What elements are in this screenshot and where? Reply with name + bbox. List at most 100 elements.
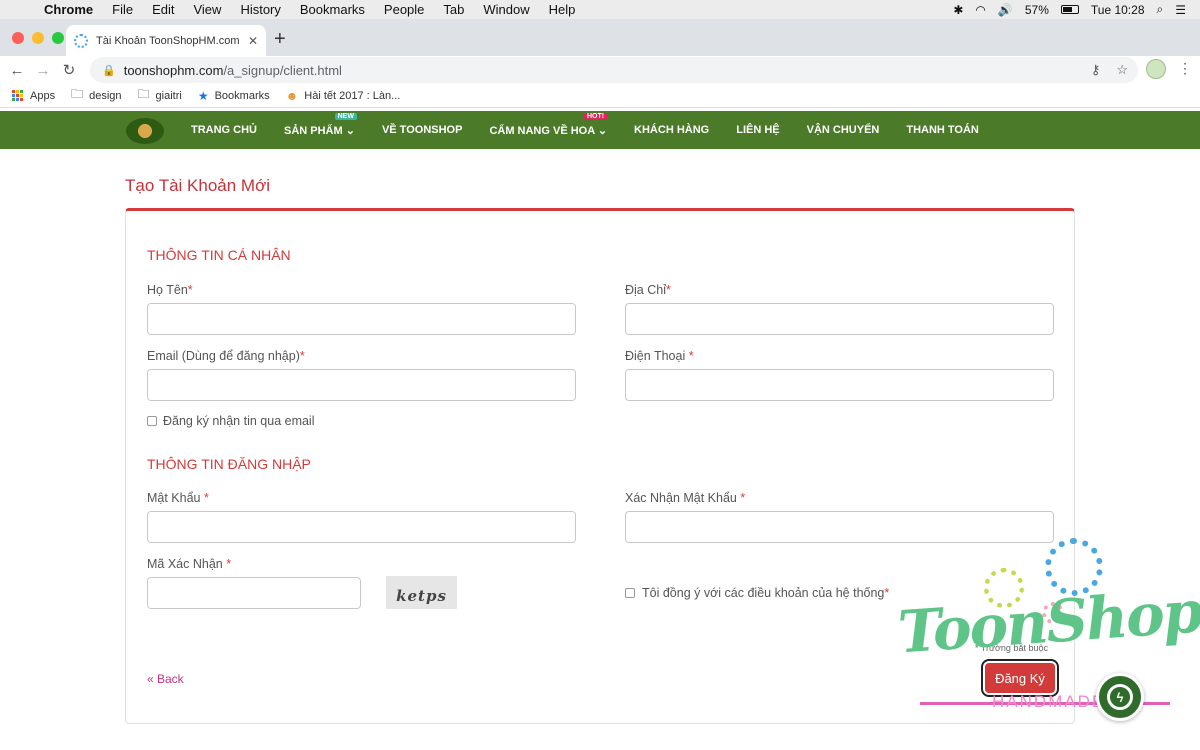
captcha-label: Mã Xác Nhận * bbox=[147, 557, 231, 571]
active-tab[interactable]: Tài Khoản ToonShopHM.com ✕ bbox=[66, 25, 266, 56]
email-input[interactable] bbox=[147, 369, 576, 401]
close-tab-icon[interactable]: ✕ bbox=[248, 34, 258, 48]
captcha-image[interactable]: ketps bbox=[386, 576, 457, 609]
phone-input[interactable] bbox=[625, 369, 1054, 401]
nav-van-chuyen[interactable]: VẬN CHUYỂN bbox=[807, 124, 880, 136]
favicon-icon bbox=[74, 33, 88, 48]
confirm-password-label-text: Xác Nhận Mật Khẩu bbox=[625, 491, 741, 505]
captcha-label-text: Mã Xác Nhận bbox=[147, 557, 227, 571]
tab-title: Tài Khoản ToonShopHM.com bbox=[96, 34, 240, 47]
captcha-input[interactable] bbox=[147, 577, 361, 609]
nav-lien-he[interactable]: LIÊN HỆ bbox=[736, 124, 779, 136]
forward-arrow-icon[interactable]: → bbox=[30, 62, 56, 79]
zoom-window-button[interactable] bbox=[52, 32, 64, 44]
password-input[interactable] bbox=[147, 511, 576, 543]
confirm-password-input[interactable] bbox=[625, 511, 1054, 543]
menu-people[interactable]: People bbox=[384, 2, 424, 17]
terms-label[interactable]: Tôi đồng ý với các điều khoản của hệ thố… bbox=[642, 586, 889, 600]
url-path: /a_signup/client.html bbox=[223, 62, 342, 78]
address-label-text: Địa Chỉ bbox=[625, 283, 666, 297]
confirm-password-label: Xác Nhận Mật Khẩu * bbox=[625, 491, 745, 505]
app-menu: Chrome File Edit View History Bookmarks … bbox=[44, 2, 594, 17]
menu-window[interactable]: Window bbox=[483, 2, 529, 17]
menu-app-name[interactable]: Chrome bbox=[44, 2, 93, 17]
bluetooth-icon[interactable]: ✱ bbox=[953, 3, 963, 17]
full-name-label-text: Họ Tên bbox=[147, 283, 188, 297]
required-mark: * bbox=[740, 491, 746, 505]
nav-khach-hang[interactable]: KHÁCH HÀNG bbox=[634, 124, 709, 136]
menu-history[interactable]: History bbox=[240, 2, 280, 17]
bookmark-label: Hài tết 2017 : Làn... bbox=[304, 89, 401, 102]
menu-edit[interactable]: Edit bbox=[152, 2, 174, 17]
new-tab-button[interactable]: + bbox=[274, 28, 286, 51]
full-name-input[interactable] bbox=[147, 303, 576, 335]
nav-ve-toonshop[interactable]: VỀ TOONSHOP bbox=[382, 124, 462, 136]
newsletter-label[interactable]: Đăng ký nhận tin qua email bbox=[163, 414, 314, 428]
back-arrow-icon[interactable]: ← bbox=[4, 62, 30, 79]
close-window-button[interactable] bbox=[12, 32, 24, 44]
tab-strip: Tài Khoản ToonShopHM.com ✕ + bbox=[0, 19, 1200, 56]
bookmark-label: design bbox=[89, 89, 122, 102]
star-icon: ★ bbox=[197, 88, 209, 103]
apps-grid-icon bbox=[12, 89, 24, 102]
lock-icon[interactable]: 🔒 bbox=[102, 64, 116, 77]
nav-san-pham[interactable]: SẢN PHẨM ⌄ NEW bbox=[284, 112, 357, 137]
reload-icon[interactable]: ↻ bbox=[56, 61, 82, 79]
required-mark: * bbox=[226, 557, 232, 571]
menu-tab[interactable]: Tab bbox=[443, 2, 464, 17]
back-link[interactable]: « Back bbox=[147, 672, 184, 686]
required-mark: * bbox=[884, 586, 890, 600]
bookmark-hai-tet[interactable]: ☻ Hài tết 2017 : Làn... bbox=[286, 89, 401, 103]
bookmark-label: Apps bbox=[30, 89, 56, 102]
chevron-down-icon: ⌄ bbox=[597, 124, 608, 137]
minimize-window-button[interactable] bbox=[32, 32, 44, 44]
menu-help[interactable]: Help bbox=[549, 2, 576, 17]
bookmark-label: giaitri bbox=[155, 89, 182, 102]
folder-icon: 🗀 bbox=[71, 87, 84, 101]
volume-icon[interactable]: 🔊 bbox=[998, 3, 1013, 17]
newsletter-checkbox[interactable] bbox=[147, 416, 157, 426]
nav-trang-chu[interactable]: TRANG CHỦ bbox=[191, 124, 257, 136]
menu-file[interactable]: File bbox=[112, 2, 133, 17]
terms-checkbox[interactable] bbox=[625, 588, 635, 598]
toonshop-logo[interactable] bbox=[126, 118, 164, 144]
full-name-label: Họ Tên* bbox=[147, 283, 193, 297]
register-button[interactable]: Đăng Ký bbox=[981, 659, 1059, 697]
profile-avatar[interactable] bbox=[1146, 59, 1166, 79]
required-fields-note: * Trường bắt buộc bbox=[975, 643, 1048, 653]
clock[interactable]: Tue 10:28 bbox=[1091, 3, 1145, 17]
menu-view[interactable]: View bbox=[193, 2, 221, 17]
terms-label-text: Tôi đồng ý với các điều khoản của hệ thố… bbox=[642, 586, 885, 600]
nav-thanh-toan[interactable]: THANH TOÁN bbox=[906, 124, 979, 136]
status-area: ✱ ◠ 🔊 57% Tue 10:28 ⌕ ☰ bbox=[953, 0, 1186, 19]
address-input[interactable] bbox=[625, 303, 1054, 335]
hot-badge: HOT! bbox=[583, 112, 608, 120]
search-icon[interactable]: ⌕ bbox=[1157, 2, 1164, 17]
chrome-menu-icon[interactable]: ⋮ bbox=[1178, 60, 1192, 77]
required-mark: * bbox=[688, 349, 694, 363]
password-label-text: Mật Khẩu bbox=[147, 491, 204, 505]
battery-percent[interactable]: 57% bbox=[1025, 3, 1049, 17]
password-label: Mật Khẩu * bbox=[147, 491, 209, 505]
phone-label: Điện Thoại * bbox=[625, 349, 694, 363]
messenger-icon: ϟ bbox=[1107, 684, 1133, 710]
bookmark-bookmarks[interactable]: ★ Bookmarks bbox=[198, 89, 270, 103]
address-bar[interactable]: 🔒 toonshophm.com/a_signup/client.html ⚷ … bbox=[90, 57, 1138, 83]
email-label-text: Email (Dùng để đăng nhập) bbox=[147, 349, 300, 363]
bookmark-giaitri[interactable]: 🗀 giaitri bbox=[138, 85, 182, 106]
new-badge: NEW bbox=[334, 112, 357, 120]
key-icon[interactable]: ⚷ bbox=[1091, 62, 1101, 78]
star-icon[interactable]: ☆ bbox=[1116, 62, 1128, 78]
nav-san-pham-label: SẢN PHẨM bbox=[284, 124, 343, 137]
smiley-icon: ☻ bbox=[285, 88, 299, 103]
window-controls bbox=[12, 32, 64, 44]
browser-toolbar: ← → ↻ 🔒 toonshophm.com/a_signup/client.h… bbox=[0, 56, 1200, 84]
nav-cam-nang[interactable]: CẨM NANG VỀ HOA ⌄ HOT! bbox=[489, 112, 608, 137]
bookmark-design[interactable]: 🗀 design bbox=[71, 85, 121, 106]
messenger-chat-button[interactable]: ϟ bbox=[1096, 673, 1144, 721]
bookmark-apps[interactable]: Apps bbox=[12, 89, 56, 102]
menu-bookmarks[interactable]: Bookmarks bbox=[300, 2, 365, 17]
required-mark: * bbox=[666, 283, 671, 297]
wifi-icon[interactable]: ◠ bbox=[975, 3, 985, 17]
control-center-icon[interactable]: ☰ bbox=[1175, 3, 1186, 17]
